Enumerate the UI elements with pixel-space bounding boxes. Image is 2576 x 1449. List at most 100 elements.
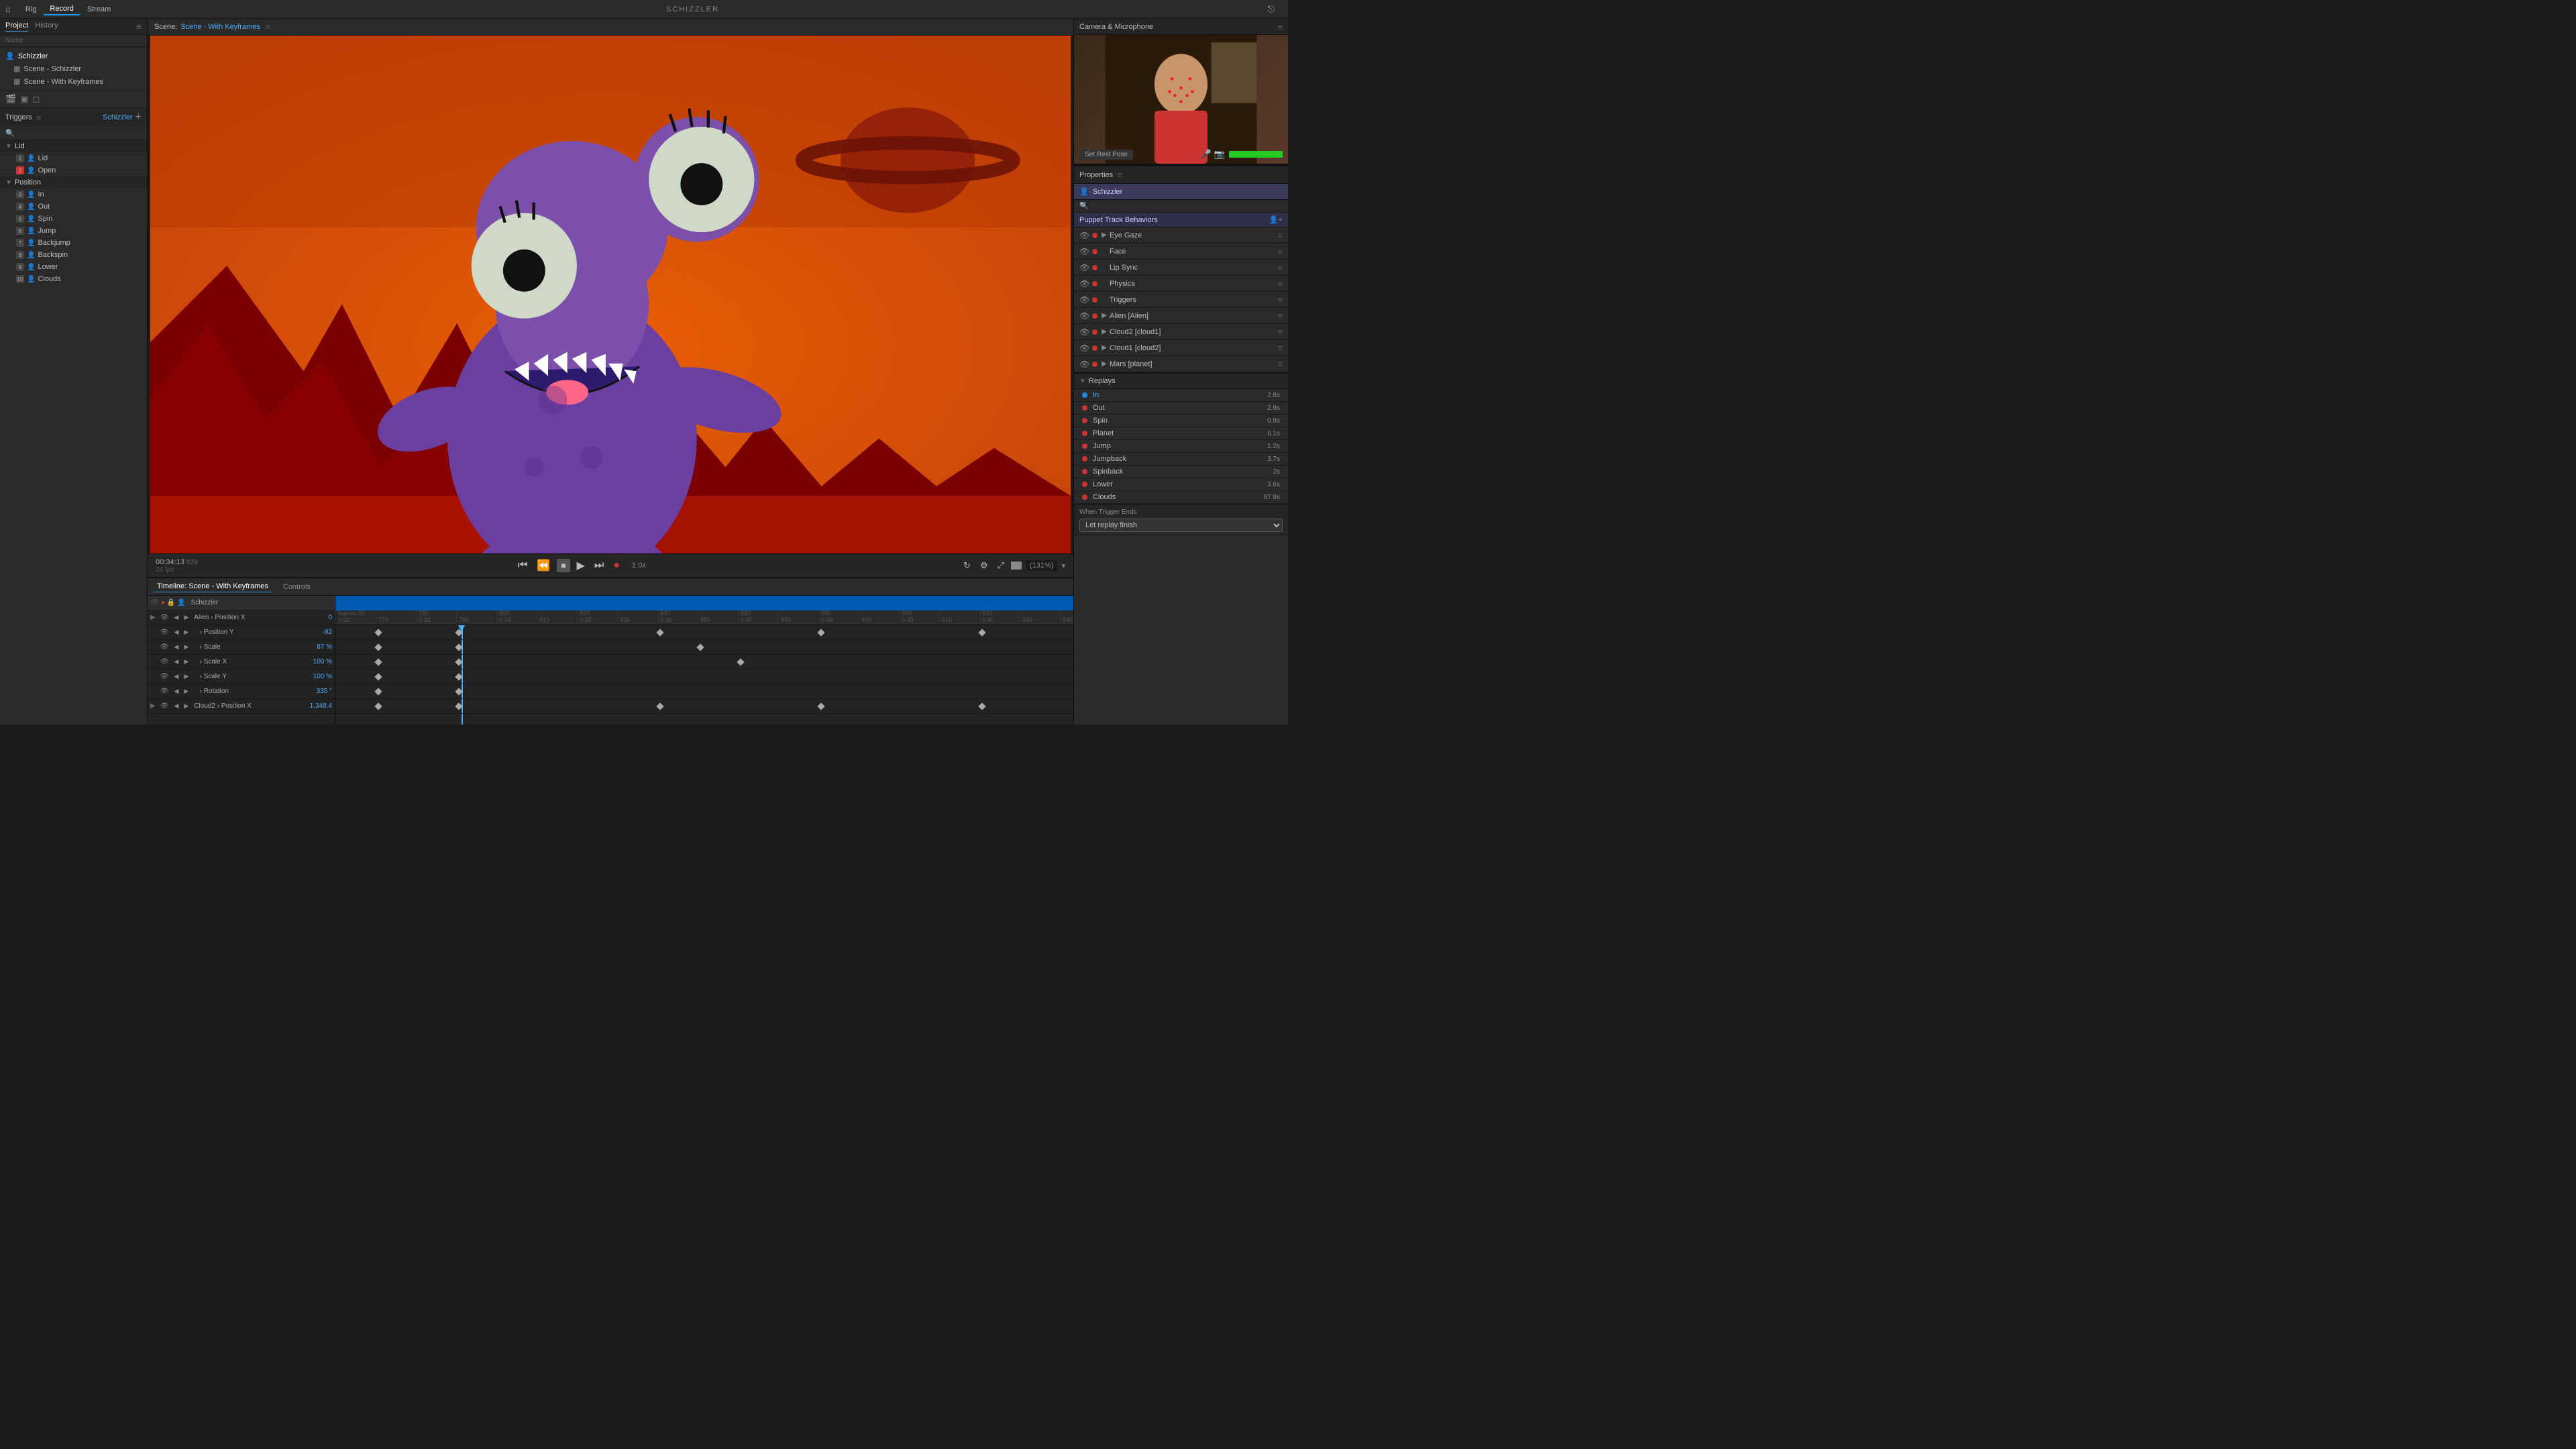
history-tab[interactable]: History bbox=[35, 21, 58, 32]
trigger-clouds[interactable]: 10 👤 Clouds bbox=[0, 273, 147, 285]
track-eye-4[interactable]: 👁 bbox=[160, 658, 169, 665]
alien-menu[interactable]: ≡ bbox=[1277, 311, 1283, 321]
behavior-triggers[interactable]: 👁 ▶ Triggers ≡ bbox=[1074, 292, 1288, 308]
nav-rig[interactable]: Rig bbox=[19, 4, 44, 15]
camera-menu-icon[interactable]: ≡ bbox=[1277, 21, 1283, 32]
behavior-cloud1[interactable]: 👁 ▶ Cloud1 [cloud2] ≡ bbox=[1074, 340, 1288, 356]
trigger-lid[interactable]: 1 👤 Lid bbox=[0, 152, 147, 164]
track-fwd-alien[interactable]: ▶ bbox=[184, 614, 189, 621]
kf-1b[interactable] bbox=[455, 629, 462, 636]
cloud2-eye[interactable]: 👁 bbox=[1079, 327, 1089, 337]
eye-icon[interactable]: 👁 bbox=[150, 599, 159, 606]
eye-gaze-menu[interactable]: ≡ bbox=[1277, 230, 1283, 240]
physics-menu[interactable]: ≡ bbox=[1277, 278, 1283, 288]
mars-menu[interactable]: ≡ bbox=[1277, 359, 1283, 369]
behavior-cloud2[interactable]: 👁 ▶ Cloud2 [cloud1] ≡ bbox=[1074, 324, 1288, 340]
trigger-backjump[interactable]: 7 👤 Backjump bbox=[0, 237, 147, 249]
kf-2b[interactable] bbox=[455, 643, 462, 651]
kf-1d[interactable] bbox=[817, 629, 824, 636]
cloud2-expand[interactable]: ▶ bbox=[1102, 328, 1107, 335]
stop-btn[interactable]: ■ bbox=[557, 559, 570, 572]
kf-3c[interactable] bbox=[737, 658, 744, 665]
replays-header[interactable]: ▼ Replays bbox=[1074, 374, 1288, 389]
kf-3a[interactable] bbox=[374, 658, 382, 665]
cloud1-expand[interactable]: ▶ bbox=[1102, 344, 1107, 352]
controls-tab[interactable]: Controls bbox=[279, 582, 315, 592]
face-eye[interactable]: 👁 bbox=[1079, 247, 1089, 256]
kf-6a[interactable] bbox=[374, 702, 382, 710]
replay-spinback[interactable]: Spinback 2s bbox=[1074, 466, 1288, 478]
kf-4a[interactable] bbox=[374, 673, 382, 680]
let-replay-finish-select[interactable]: Let replay finish Immediately stop Loop bbox=[1079, 519, 1283, 532]
kf-2c[interactable] bbox=[696, 643, 704, 651]
home-icon[interactable]: ⌂ bbox=[5, 4, 11, 14]
trigger-group-lid[interactable]: ▼ Lid bbox=[0, 140, 147, 152]
solo-icon[interactable]: ● bbox=[161, 599, 165, 606]
kf-6c[interactable] bbox=[656, 702, 663, 710]
image-icon[interactable]: ▣ bbox=[20, 94, 28, 105]
project-panel-menu[interactable]: ≡ bbox=[136, 21, 142, 32]
triggers-menu[interactable]: ≡ bbox=[36, 113, 42, 123]
kf-1a[interactable] bbox=[374, 629, 382, 636]
behavior-face[interactable]: 👁 ▶ Face ≡ bbox=[1074, 244, 1288, 260]
replay-clouds[interactable]: Clouds 87.9s bbox=[1074, 491, 1288, 504]
track-eye-alien[interactable]: 👁 bbox=[160, 614, 169, 621]
expand-alien[interactable]: ▶ bbox=[150, 614, 156, 621]
film-icon[interactable]: 🎬 bbox=[5, 94, 16, 105]
microphone-icon[interactable]: 🎤 bbox=[1201, 149, 1212, 160]
lock-icon[interactable]: 🔒 bbox=[167, 599, 175, 606]
play-loop-btn[interactable]: ⏭ bbox=[592, 558, 606, 573]
behavior-eye-gaze[interactable]: 👁 ▶ Eye Gaze ≡ bbox=[1074, 227, 1288, 244]
track-eye-5[interactable]: 👁 bbox=[160, 673, 169, 680]
trigger-open[interactable]: 2 👤 Open bbox=[0, 164, 147, 176]
record-btn[interactable]: ● bbox=[610, 558, 623, 573]
face-menu[interactable]: ≡ bbox=[1277, 246, 1283, 256]
zoom-dropdown-arrow[interactable]: ▾ bbox=[1061, 561, 1065, 570]
kf-5b[interactable] bbox=[455, 688, 462, 695]
cloud1-eye[interactable]: 👁 bbox=[1079, 343, 1089, 353]
kf-2a[interactable] bbox=[374, 643, 382, 651]
kf-5a[interactable] bbox=[374, 688, 382, 695]
scene-name[interactable]: Scene - With Keyframes bbox=[180, 23, 260, 31]
physics-eye[interactable]: 👁 bbox=[1079, 279, 1089, 288]
kf-4b[interactable] bbox=[455, 673, 462, 680]
track-eye-7[interactable]: 👁 bbox=[160, 702, 169, 710]
alien-expand[interactable]: ▶ bbox=[1102, 312, 1107, 319]
export-icon[interactable]: ⤢ bbox=[995, 559, 1007, 572]
trigger-group-position[interactable]: ▼ Position bbox=[0, 176, 147, 189]
nav-stream[interactable]: Stream bbox=[80, 4, 117, 15]
behavior-lip-sync[interactable]: 👁 ▶ Lip Sync ≡ bbox=[1074, 260, 1288, 276]
project-item-scene-keyframes[interactable]: ▦ Scene - With Keyframes bbox=[0, 75, 147, 88]
play-btn[interactable]: ▶ bbox=[574, 557, 588, 574]
kf-6d[interactable] bbox=[817, 702, 824, 710]
mars-eye[interactable]: 👁 bbox=[1079, 360, 1089, 369]
add-behavior-icon[interactable]: 👤+ bbox=[1269, 215, 1283, 224]
goto-start-btn[interactable]: ⏮ bbox=[515, 558, 530, 573]
kf-1c[interactable] bbox=[656, 629, 663, 636]
trigger-spin[interactable]: 5 👤 Spin bbox=[0, 213, 147, 225]
mars-expand[interactable]: ▶ bbox=[1102, 360, 1107, 368]
behavior-alien[interactable]: 👁 ▶ Alien [Alien] ≡ bbox=[1074, 308, 1288, 324]
eye-gaze-eye[interactable]: 👁 bbox=[1079, 231, 1089, 240]
lip-sync-menu[interactable]: ≡ bbox=[1277, 262, 1283, 272]
replay-in[interactable]: In 2.8s bbox=[1074, 389, 1288, 402]
cloud2-menu[interactable]: ≡ bbox=[1277, 327, 1283, 337]
scene-menu-icon[interactable]: ≡ bbox=[266, 22, 270, 32]
replay-planet[interactable]: Planet 6.1s bbox=[1074, 427, 1288, 440]
triggers-eye[interactable]: 👁 bbox=[1079, 295, 1089, 305]
replay-out[interactable]: Out 2.9s bbox=[1074, 402, 1288, 415]
alien-eye[interactable]: 👁 bbox=[1079, 311, 1089, 321]
project-item-scene-schizzler[interactable]: ▦ Scene - Schizzler bbox=[0, 62, 147, 75]
replay-spin[interactable]: Spin 0.9s bbox=[1074, 415, 1288, 427]
nav-record[interactable]: Record bbox=[43, 3, 80, 15]
project-tab[interactable]: Project bbox=[5, 21, 28, 32]
track-eye-2[interactable]: 👁 bbox=[160, 629, 169, 636]
properties-menu-icon[interactable]: ≡ bbox=[1117, 170, 1122, 180]
track-back-alien[interactable]: ◀ bbox=[174, 614, 178, 621]
behavior-physics[interactable]: 👁 ▶ Physics ≡ bbox=[1074, 276, 1288, 292]
kf-3b[interactable] bbox=[455, 658, 462, 665]
kf-6e[interactable] bbox=[978, 702, 985, 710]
behavior-mars[interactable]: 👁 ▶ Mars [planet] ≡ bbox=[1074, 356, 1288, 372]
set-rest-pose-btn[interactable]: Set Rest Pose bbox=[1079, 150, 1133, 160]
trigger-backspin[interactable]: 8 👤 Backspin bbox=[0, 249, 147, 261]
